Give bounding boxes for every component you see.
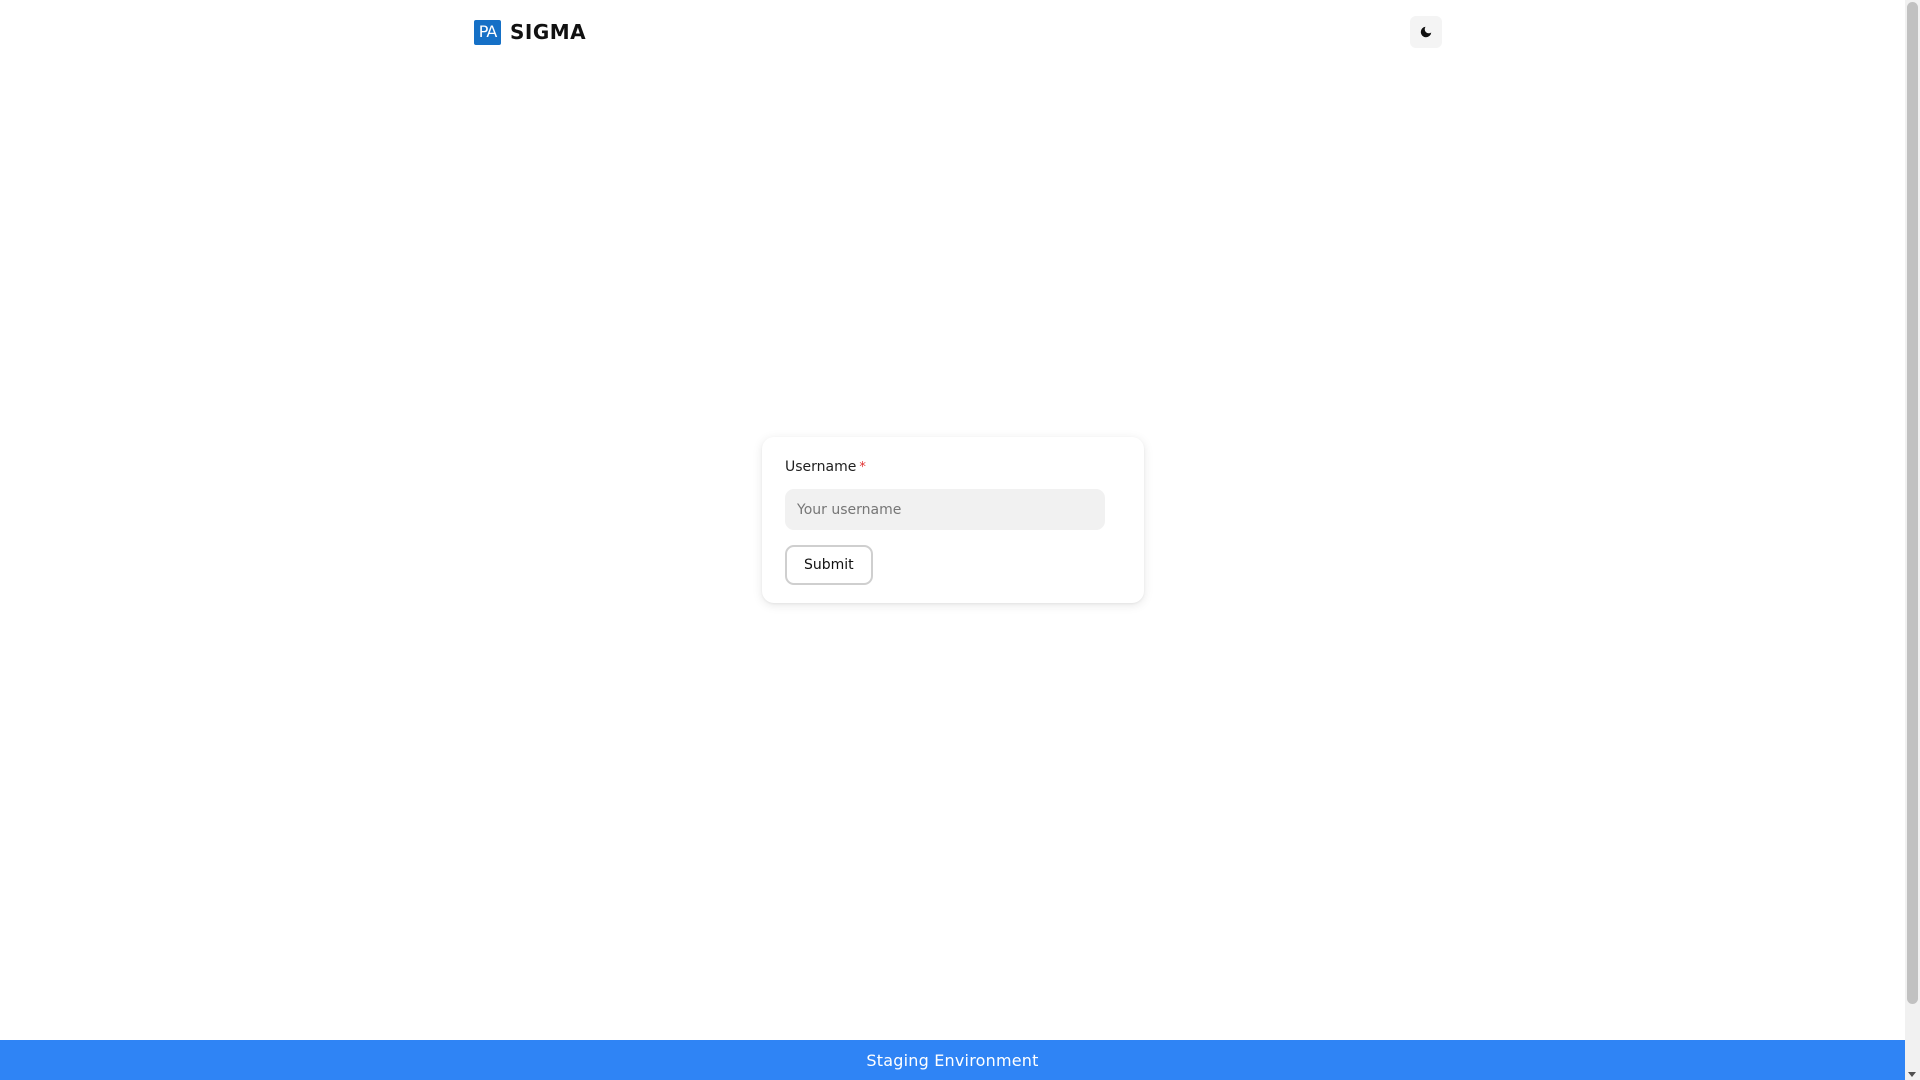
username-label: Username * [785,459,1121,477]
username-label-text: Username [785,459,857,475]
scrollbar-thumb[interactable] [1907,2,1918,1004]
top-bar: PA SIGMA [474,14,1442,50]
brand-name: SIGMA [510,20,587,44]
logo-text: PA [478,22,498,41]
page-scrollbar[interactable] [1905,0,1920,1080]
environment-banner: Staging Environment [0,1040,1905,1080]
scroll-down-arrow-icon[interactable] [1908,1072,1916,1077]
pa-logo-icon: PA [474,19,501,45]
submit-button[interactable]: Submit [785,545,873,585]
theme-toggle-button[interactable] [1410,16,1442,48]
username-input[interactable] [785,489,1105,530]
app-viewport: PA SIGMA Username * Submit Staging Envir… [0,0,1905,1080]
moon-icon [1420,26,1432,38]
login-card: Username * Submit [762,437,1144,603]
brand[interactable]: PA SIGMA [474,19,587,45]
environment-banner-text: Staging Environment [866,1050,1039,1070]
required-marker: * [859,460,866,475]
